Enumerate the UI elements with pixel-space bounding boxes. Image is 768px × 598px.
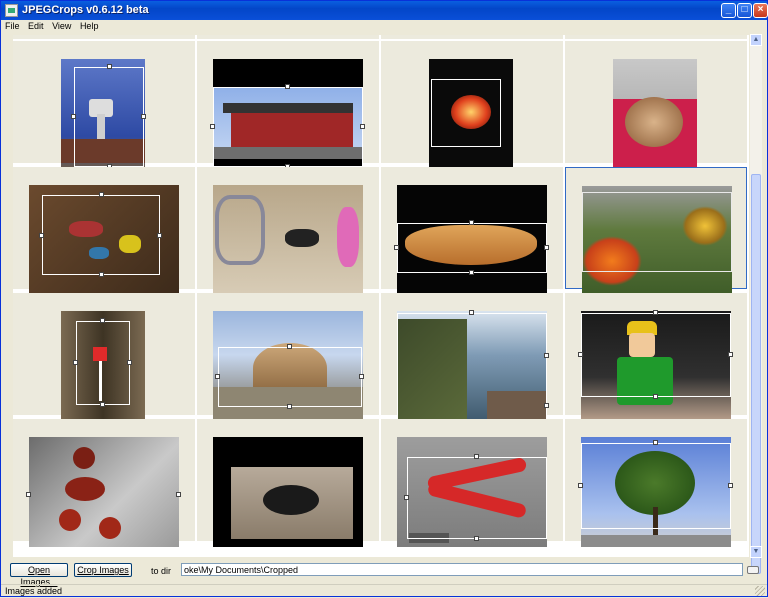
menu-edit[interactable]: Edit (26, 20, 46, 32)
thumbnail-cell[interactable] (565, 293, 747, 421)
crop-rectangle[interactable] (581, 313, 731, 397)
photo-chestnut-figure (29, 437, 179, 547)
thumbnail-cell[interactable] (13, 419, 195, 547)
thumbnail-grid[interactable] (13, 35, 749, 557)
to-dir-label: to dir (151, 566, 172, 576)
thumbnail-cell[interactable] (13, 167, 195, 295)
status-bar: Images added (1, 584, 767, 597)
app-icon (5, 4, 18, 17)
thumbnail-cell[interactable] (197, 167, 379, 295)
scroll-up-arrow-icon[interactable]: ▲ (750, 34, 762, 46)
crop-rectangle[interactable] (407, 457, 547, 539)
thumbnail-cell[interactable] (13, 35, 195, 39)
thumbnail-cell[interactable] (381, 419, 563, 547)
minimize-button[interactable]: _ (721, 3, 736, 18)
action-bar: Open Images... Crop Images to dir (1, 560, 767, 587)
thumbnail-cell[interactable] (381, 167, 563, 295)
crop-rectangle[interactable] (74, 67, 144, 167)
status-text: Images added (5, 586, 63, 596)
window-title: JPEGCrops v0.6.12 beta (22, 4, 149, 16)
scroll-down-arrow-icon[interactable]: ▼ (750, 546, 762, 558)
menu-help[interactable]: Help (78, 20, 101, 32)
title-bar[interactable]: JPEGCrops v0.6.12 beta _ □ × (1, 1, 768, 20)
crop-rectangle[interactable] (76, 321, 130, 405)
thumbnail-cell[interactable] (565, 41, 747, 169)
photo-black-lamb (213, 437, 363, 547)
scrollbar-thumb[interactable] (751, 174, 761, 574)
crop-rectangle[interactable] (581, 443, 731, 529)
crop-rectangle[interactable] (213, 87, 363, 167)
maximize-button[interactable]: □ (737, 3, 752, 18)
thumbnail-cell[interactable] (197, 35, 379, 39)
thumbnail-cell[interactable] (565, 35, 747, 39)
photo-stuffed-monkey (613, 59, 697, 169)
crop-images-button[interactable]: Crop Images (74, 563, 132, 577)
app-window: JPEGCrops v0.6.12 beta _ □ × File Edit V… (0, 0, 768, 597)
resize-grip-icon[interactable] (755, 586, 765, 596)
crop-rectangle[interactable] (42, 195, 160, 275)
crop-rectangle[interactable] (582, 192, 732, 272)
thumbnail-cell[interactable] (197, 41, 379, 169)
crop-rectangle[interactable] (397, 313, 547, 421)
thumbnail-cell[interactable] (13, 293, 195, 421)
thumbnail-cell-selected[interactable] (565, 167, 747, 296)
menu-bar: File Edit View Help (1, 20, 767, 32)
thumbnail-cell[interactable] (565, 419, 747, 547)
close-button[interactable]: × (753, 3, 768, 18)
thumbnail-cell[interactable] (197, 419, 379, 547)
thumbnail-cell[interactable] (197, 293, 379, 421)
photo-child-and-dog (213, 185, 363, 295)
thumbnail-cell[interactable] (381, 41, 563, 169)
crop-rectangle[interactable] (218, 347, 362, 407)
vertical-scrollbar[interactable]: ▲ ▼ (750, 34, 762, 574)
crop-rectangle[interactable] (397, 223, 547, 273)
open-images-button[interactable]: Open Images... (10, 563, 68, 587)
thumbnail-cell[interactable] (381, 35, 563, 39)
menu-view[interactable]: View (50, 20, 73, 32)
crop-rectangle[interactable] (431, 79, 501, 147)
thumbnail-cell[interactable] (13, 41, 195, 169)
output-directory-input[interactable] (181, 563, 743, 576)
browse-folder-icon[interactable] (747, 566, 759, 574)
menu-file[interactable]: File (3, 20, 22, 32)
thumbnail-cell[interactable] (381, 293, 563, 421)
